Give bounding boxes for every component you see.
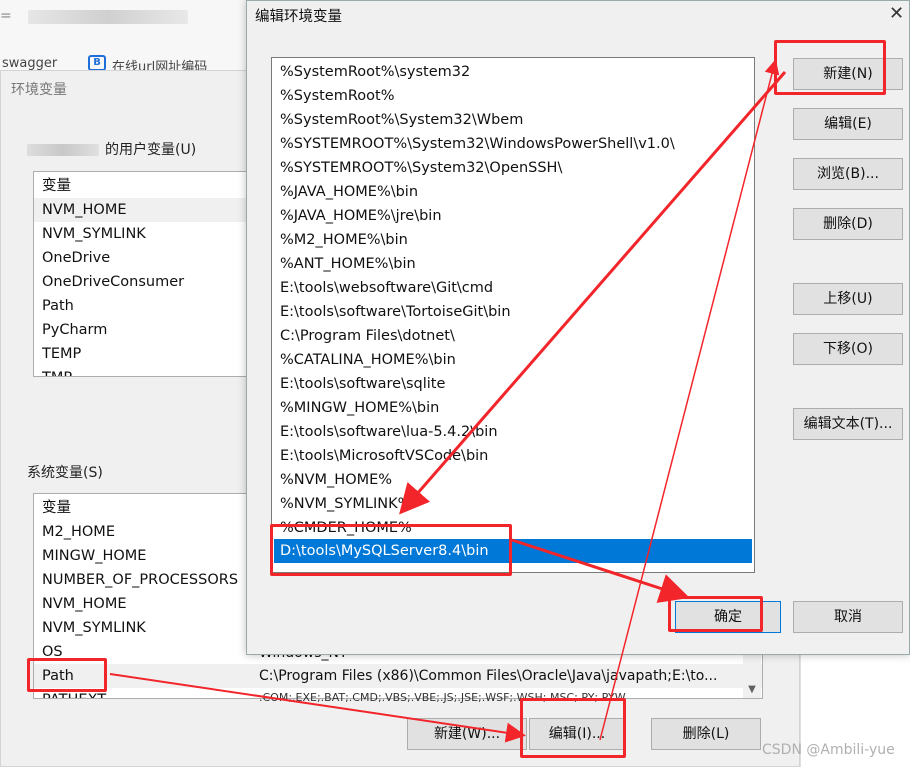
- path-entry[interactable]: %SystemRoot%\system32: [274, 60, 752, 84]
- path-entry[interactable]: C:\Program Files\dotnet\: [274, 324, 752, 348]
- list-item[interactable]: NVM_HOME: [34, 198, 248, 222]
- edit-button[interactable]: 编辑(E): [793, 108, 903, 140]
- path-entry[interactable]: %NVM_SYMLINK%: [274, 492, 752, 516]
- path-entry[interactable]: %SystemRoot%\System32\Wbem: [274, 108, 752, 132]
- path-entry[interactable]: %SYSTEMROOT%\System32\WindowsPowerShell\…: [274, 132, 752, 156]
- move-down-button[interactable]: 下移(O): [793, 333, 903, 365]
- edit-env-var-dialog: 编辑环境变量 ✕ %SystemRoot%\system32 %SystemRo…: [246, 0, 910, 655]
- chevron-down-icon[interactable]: ▼: [744, 682, 760, 698]
- list-item[interactable]: Path: [34, 294, 248, 318]
- sys-new-button[interactable]: 新建(W)...: [407, 718, 527, 750]
- close-icon[interactable]: ✕: [889, 3, 904, 24]
- path-entry[interactable]: %CATALINA_HOME%\bin: [274, 348, 752, 372]
- path-entry[interactable]: E:\tools\software\sqlite: [274, 372, 752, 396]
- path-entry[interactable]: %CMDER_HOME%: [274, 516, 752, 540]
- cancel-button[interactable]: 取消: [793, 601, 903, 633]
- user-vars-group-label: 的用户变量(U): [27, 139, 196, 159]
- list-item[interactable]: PyCharm: [34, 318, 248, 342]
- path-entry[interactable]: E:\tools\websoftware\Git\cmd: [274, 276, 752, 300]
- path-entry[interactable]: %SystemRoot%: [274, 84, 752, 108]
- user-vars-list[interactable]: 变量 NVM_HOME NVM_SYMLINK OneDrive OneDriv…: [33, 171, 249, 377]
- env-dialog-title: 环境变量: [11, 82, 67, 98]
- bookmark-swagger[interactable]: swagger: [2, 56, 57, 71]
- move-up-button[interactable]: 上移(U): [793, 283, 903, 315]
- path-value: C:\Program Files (x86)\Common Files\Orac…: [259, 668, 718, 684]
- blurred-username: [27, 144, 99, 156]
- path-entry[interactable]: %M2_HOME%\bin: [274, 228, 752, 252]
- pathext-value: .COM;.EXE;.BAT;.CMD;.VBS;.VBE;.JS;.JSE;.…: [259, 691, 626, 704]
- list-item[interactable]: OneDrive: [34, 246, 248, 270]
- watermark: CSDN @Ambili-yue: [762, 742, 895, 758]
- delete-button[interactable]: 删除(D): [793, 208, 903, 240]
- list-item[interactable]: TMP: [34, 366, 248, 376]
- new-button[interactable]: 新建(N): [793, 58, 903, 90]
- path-entry[interactable]: %JAVA_HOME%\jre\bin: [274, 204, 752, 228]
- list-item[interactable]: NVM_SYMLINK: [34, 222, 248, 246]
- bookmark-icon: B: [88, 55, 106, 71]
- path-entry[interactable]: %SYSTEMROOT%\System32\OpenSSH\: [274, 156, 752, 180]
- path-list-scrollbar[interactable]: ▲ ▼: [754, 58, 755, 572]
- edit-text-button[interactable]: 编辑文本(T)...: [793, 408, 903, 440]
- blurred-url: [28, 10, 188, 24]
- path-entries-list[interactable]: %SystemRoot%\system32 %SystemRoot% %Syst…: [271, 57, 755, 573]
- user-vars-header: 变量: [42, 178, 71, 194]
- path-entry-selected[interactable]: D:\tools\MySQLServer8.4\bin: [274, 539, 752, 563]
- list-item[interactable]: TEMP: [34, 342, 248, 366]
- ok-button[interactable]: 确定: [675, 601, 781, 633]
- path-entry[interactable]: E:\tools\software\lua-5.4.2\bin: [274, 420, 752, 444]
- url-fragment: =: [0, 8, 12, 24]
- sys-delete-button[interactable]: 删除(L): [651, 718, 761, 750]
- browse-button[interactable]: 浏览(B)...: [793, 158, 903, 190]
- path-entry[interactable]: %ANT_HOME%\bin: [274, 252, 752, 276]
- sys-vars-group-label: 系统变量(S): [27, 465, 103, 481]
- path-entry[interactable]: E:\tools\MicrosoftVSCode\bin: [274, 444, 752, 468]
- path-entry[interactable]: %JAVA_HOME%\bin: [274, 180, 752, 204]
- sys-edit-button[interactable]: 编辑(I)...: [529, 718, 625, 750]
- edit-dialog-title: 编辑环境变量: [255, 9, 342, 25]
- list-item[interactable]: OneDriveConsumer: [34, 270, 248, 294]
- path-entry[interactable]: E:\tools\software\TortoiseGit\bin: [274, 300, 752, 324]
- path-entry[interactable]: %NVM_HOME%: [274, 468, 752, 492]
- path-entry[interactable]: %MINGW_HOME%\bin: [274, 396, 752, 420]
